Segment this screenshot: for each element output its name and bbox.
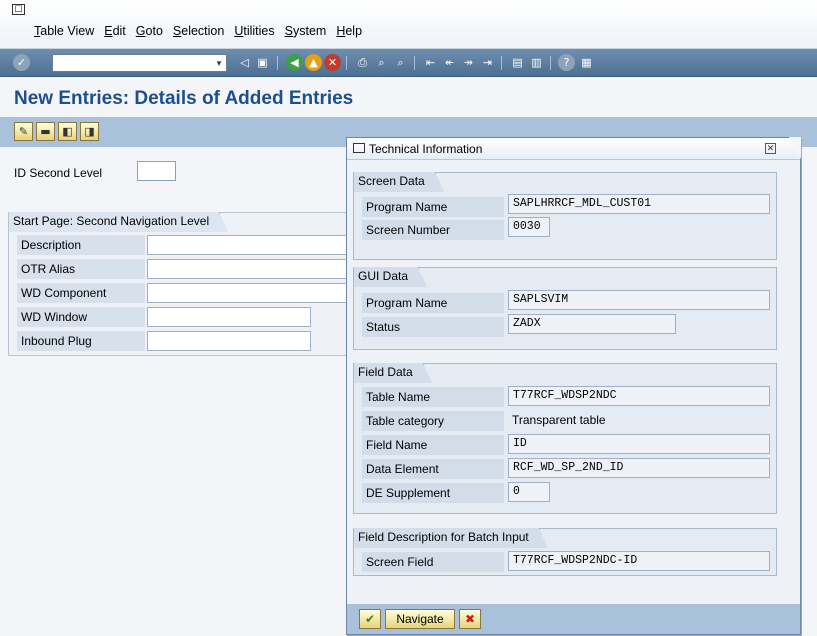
- table-name-value[interactable]: T77RCF_WDSP2NDC: [508, 386, 770, 406]
- gui-status-value[interactable]: ZADX: [508, 314, 676, 334]
- dialog-footer: ✔ Navigate ✖: [347, 604, 800, 634]
- batch-input-heading: Field Description for Batch Input: [354, 528, 548, 548]
- menu-bar: ☐ Table View Edit Goto Selection Utiliti…: [0, 0, 817, 49]
- toolbar-separator: [277, 56, 278, 70]
- find-next-icon[interactable]: ⌕: [392, 54, 409, 71]
- next-page-icon[interactable]: ↠: [460, 54, 477, 71]
- inbound-plug-label: Inbound Plug: [17, 331, 145, 351]
- batch-input-group: Field Description for Batch Input Screen…: [353, 528, 777, 576]
- menu-list: Table View Edit Goto Selection Utilities…: [34, 24, 372, 38]
- dialog-corner: [789, 137, 801, 159]
- field-data-heading: Field Data: [354, 363, 432, 383]
- print-icon[interactable]: ⎙: [354, 54, 371, 71]
- wd-component-input[interactable]: [147, 283, 352, 303]
- gui-data-heading: GUI Data: [354, 267, 428, 287]
- data-element-label: Data Element: [362, 459, 504, 479]
- group-title: Start Page: Second Navigation Level: [9, 212, 229, 232]
- help-icon[interactable]: ?: [558, 54, 575, 71]
- dialog-title-bar: Technical Information ✕: [347, 138, 800, 160]
- menu-table-view[interactable]: Table View: [34, 24, 94, 38]
- navigate-button[interactable]: Navigate: [385, 609, 455, 629]
- technical-information-dialog: Technical Information ✕ Screen Data Prog…: [346, 137, 801, 635]
- data-element-value[interactable]: RCF_WD_SP_2ND_ID: [508, 458, 770, 478]
- toolbar-separator: [414, 56, 415, 70]
- back-icon[interactable]: ◁: [236, 54, 253, 71]
- table-category-label: Table category: [362, 411, 504, 431]
- last-page-icon[interactable]: ⇥: [479, 54, 496, 71]
- close-icon[interactable]: ✕: [765, 143, 776, 154]
- toolbar-separator: [550, 56, 551, 70]
- description-label: Description: [17, 235, 145, 255]
- menu-help[interactable]: Help: [336, 24, 362, 38]
- layout-menu-icon[interactable]: ▦: [578, 54, 595, 71]
- otr-alias-label: OTR Alias: [17, 259, 145, 279]
- standard-toolbar: ✓ ▾ ◁ ▣ ◀ ▲ ✕ ⎙ ⌕ ⌕ ⇤ ↞ ↠ ⇥ ▤ ▥ ? ▦: [0, 49, 817, 77]
- wd-window-label: WD Window: [17, 307, 145, 327]
- first-page-icon[interactable]: ⇤: [422, 54, 439, 71]
- gui-program-name-label: Program Name: [362, 293, 504, 313]
- screen-program-name-value[interactable]: SAPLHRRCF_MDL_CUST01: [508, 194, 770, 214]
- dropdown-icon[interactable]: ▾: [214, 57, 224, 69]
- screen-field-label: Screen Field: [362, 552, 504, 572]
- screen-data-heading: Screen Data: [354, 172, 444, 192]
- next-entry-icon[interactable]: ◨: [80, 122, 99, 141]
- table-name-label: Table Name: [362, 387, 504, 407]
- wd-window-input[interactable]: [147, 307, 311, 327]
- cancel-dialog-icon[interactable]: ✖: [459, 609, 481, 629]
- delete-icon[interactable]: ▬: [36, 122, 55, 141]
- gui-status-label: Status: [362, 317, 504, 337]
- de-supplement-label: DE Supplement: [362, 483, 504, 503]
- toolbar-separator: [346, 56, 347, 70]
- toolbar-separator: [501, 56, 502, 70]
- de-supplement-value[interactable]: 0: [508, 482, 550, 502]
- start-page-group: Start Page: Second Navigation Level Desc…: [8, 212, 353, 356]
- menu-goto[interactable]: Goto: [136, 24, 163, 38]
- otr-alias-input[interactable]: [147, 259, 352, 279]
- confirm-icon[interactable]: ✔: [359, 609, 381, 629]
- create-session-icon[interactable]: ▤: [509, 54, 526, 71]
- gui-data-group: GUI Data Program Name SAPLSVIM Status ZA…: [353, 267, 777, 350]
- description-input[interactable]: [147, 235, 352, 255]
- gui-program-name-value[interactable]: SAPLSVIM: [508, 290, 770, 310]
- inbound-plug-input[interactable]: [147, 331, 311, 351]
- dialog-window-icon: [353, 143, 365, 153]
- shortcut-icon[interactable]: ▥: [528, 54, 545, 71]
- exit-icon[interactable]: ▲: [305, 54, 322, 71]
- command-field[interactable]: ▾: [52, 54, 227, 72]
- menu-system[interactable]: System: [285, 24, 327, 38]
- back-nav-icon[interactable]: ◀: [286, 54, 303, 71]
- system-menu-icon[interactable]: ☐: [12, 4, 25, 15]
- field-name-label: Field Name: [362, 435, 504, 455]
- menu-utilities[interactable]: Utilities: [234, 24, 274, 38]
- cancel-icon[interactable]: ✕: [324, 54, 341, 71]
- find-icon[interactable]: ⌕: [373, 54, 390, 71]
- display-change-icon[interactable]: ✎: [14, 122, 33, 141]
- screen-field-value[interactable]: T77RCF_WDSP2NDC-ID: [508, 551, 770, 571]
- id-second-level-label: ID Second Level: [14, 166, 103, 180]
- dialog-title: Technical Information: [369, 142, 483, 156]
- save-icon[interactable]: ▣: [254, 54, 271, 71]
- menu-edit[interactable]: Edit: [104, 24, 126, 38]
- field-name-value[interactable]: ID: [508, 434, 770, 454]
- enter-icon[interactable]: ✓: [13, 54, 30, 71]
- page-title: New Entries: Details of Added Entries: [14, 88, 354, 109]
- screen-number-value[interactable]: 0030: [508, 217, 550, 237]
- screen-data-group: Screen Data Program Name SAPLHRRCF_MDL_C…: [353, 172, 777, 260]
- table-category-value: Transparent table: [512, 413, 606, 427]
- wd-component-label: WD Component: [17, 283, 145, 303]
- id-second-level-input[interactable]: [137, 161, 176, 181]
- previous-entry-icon[interactable]: ◧: [58, 122, 77, 141]
- field-data-group: Field Data Table Name T77RCF_WDSP2NDC Ta…: [353, 363, 777, 514]
- menu-selection[interactable]: Selection: [173, 24, 224, 38]
- screen-program-name-label: Program Name: [362, 197, 504, 217]
- screen-number-label: Screen Number: [362, 220, 504, 240]
- previous-page-icon[interactable]: ↞: [441, 54, 458, 71]
